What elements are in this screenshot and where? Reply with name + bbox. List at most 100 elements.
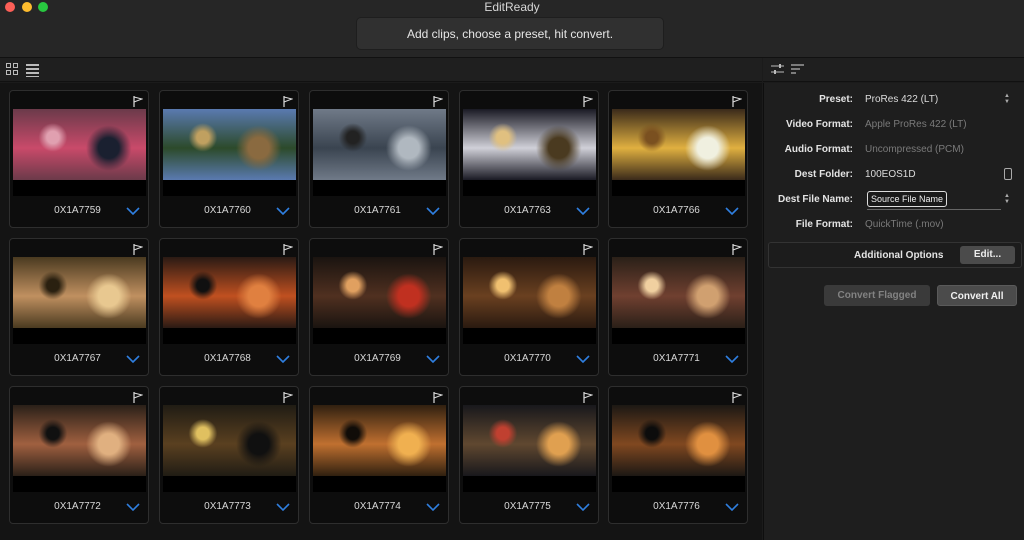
flag-icon[interactable] — [283, 96, 293, 107]
flag-icon[interactable] — [283, 392, 293, 403]
clip-thumbnail[interactable] — [163, 257, 296, 328]
thumbnail-letterbox — [463, 476, 596, 492]
clip-card[interactable]: 0X1A7768 — [159, 238, 299, 376]
clip-name: 0X1A7771 — [653, 353, 700, 364]
chevron-down-icon[interactable] — [725, 503, 739, 511]
convert-flagged-button[interactable]: Convert Flagged — [824, 285, 930, 306]
clip-card[interactable]: 0X1A7771 — [608, 238, 748, 376]
clip-card[interactable]: 0X1A7760 — [159, 90, 299, 228]
clip-card[interactable]: 0X1A7774 — [309, 386, 449, 524]
chevron-down-icon[interactable] — [126, 207, 140, 215]
flag-icon[interactable] — [583, 244, 593, 255]
chevron-down-icon[interactable] — [725, 207, 739, 215]
clip-name: 0X1A7772 — [54, 501, 101, 512]
chevron-down-icon[interactable] — [276, 503, 290, 511]
sliders-icon[interactable] — [771, 63, 784, 76]
flag-icon[interactable] — [133, 392, 143, 403]
dest-file-name-label: Dest File Name: — [777, 194, 853, 205]
flag-icon[interactable] — [433, 392, 443, 403]
preset-stepper-icon[interactable]: ▲ ▼ — [1003, 93, 1011, 105]
clip-card[interactable]: 0X1A7775 — [459, 386, 599, 524]
device-icon[interactable] — [1004, 168, 1012, 180]
chevron-down-icon[interactable] — [576, 355, 590, 363]
clip-name: 0X1A7767 — [54, 353, 101, 364]
edit-options-button[interactable]: Edit... — [960, 246, 1015, 264]
flag-icon[interactable] — [732, 392, 742, 403]
clip-card[interactable]: 0X1A7770 — [459, 238, 599, 376]
video-format-label: Video Format: — [785, 119, 853, 130]
clip-thumbnail[interactable] — [313, 109, 446, 180]
clip-thumbnail[interactable] — [313, 257, 446, 328]
token-field-underline — [867, 209, 1001, 210]
clip-card[interactable]: 0X1A7766 — [608, 90, 748, 228]
window-title: EditReady — [484, 0, 540, 14]
flag-icon[interactable] — [433, 96, 443, 107]
flag-icon[interactable] — [133, 244, 143, 255]
clip-card[interactable]: 0X1A7772 — [9, 386, 149, 524]
clip-card[interactable]: 0X1A7767 — [9, 238, 149, 376]
sort-icon[interactable] — [791, 63, 804, 76]
chevron-down-icon[interactable] — [426, 207, 440, 215]
clip-thumbnail[interactable] — [163, 109, 296, 180]
chevron-down-icon[interactable] — [126, 355, 140, 363]
flag-icon[interactable] — [433, 244, 443, 255]
thumbnail-letterbox — [463, 180, 596, 196]
clip-card[interactable]: 0X1A7759 — [9, 90, 149, 228]
clip-thumbnail[interactable] — [163, 405, 296, 476]
clip-thumbnail[interactable] — [612, 257, 745, 328]
dest-file-name-field[interactable]: Source File Name — [867, 191, 947, 207]
audio-format-row: Audio Format: Uncompressed (PCM) — [764, 142, 1024, 158]
chevron-down-icon[interactable] — [126, 503, 140, 511]
thumbnail-letterbox — [13, 476, 146, 492]
list-view-icon[interactable] — [26, 63, 40, 77]
flag-icon[interactable] — [732, 96, 742, 107]
clip-name: 0X1A7768 — [204, 353, 251, 364]
dest-file-name-stepper-icon[interactable]: ▲ ▼ — [1003, 193, 1011, 205]
file-format-label: File Format: — [795, 219, 853, 230]
clip-thumbnail[interactable] — [13, 257, 146, 328]
chevron-down-icon[interactable] — [426, 503, 440, 511]
thumbnail-letterbox — [612, 180, 745, 196]
thumbnail-letterbox — [313, 476, 446, 492]
clip-thumbnail[interactable] — [463, 109, 596, 180]
clip-name: 0X1A7769 — [354, 353, 401, 364]
chevron-down-icon[interactable] — [276, 355, 290, 363]
grid-view-icon[interactable] — [6, 63, 20, 77]
chevron-down-icon[interactable] — [725, 355, 739, 363]
clip-thumbnail[interactable] — [13, 109, 146, 180]
file-format-row: File Format: QuickTime (.mov) — [764, 217, 1024, 233]
clip-thumbnail[interactable] — [612, 405, 745, 476]
clip-thumbnail[interactable] — [463, 257, 596, 328]
clip-thumbnail[interactable] — [313, 405, 446, 476]
clip-thumbnail[interactable] — [13, 405, 146, 476]
instruction-banner: Add clips, choose a preset, hit convert. — [356, 17, 664, 50]
clip-name: 0X1A7776 — [653, 501, 700, 512]
clip-thumbnail[interactable] — [463, 405, 596, 476]
flag-icon[interactable] — [583, 392, 593, 403]
clip-card[interactable]: 0X1A7769 — [309, 238, 449, 376]
video-format-row: Video Format: Apple ProRes 422 (LT) — [764, 117, 1024, 133]
clip-name: 0X1A7760 — [204, 205, 251, 216]
chevron-down-icon[interactable] — [576, 207, 590, 215]
clip-name: 0X1A7775 — [504, 501, 551, 512]
clip-card[interactable]: 0X1A7773 — [159, 386, 299, 524]
view-toolbar — [0, 58, 762, 82]
flag-icon[interactable] — [732, 244, 742, 255]
chevron-down-icon[interactable] — [576, 503, 590, 511]
flag-icon[interactable] — [133, 96, 143, 107]
preset-select[interactable]: ProRes 422 (LT) — [865, 94, 938, 105]
thumbnail-letterbox — [13, 180, 146, 196]
chevron-down-icon[interactable] — [276, 207, 290, 215]
clip-name: 0X1A7770 — [504, 353, 551, 364]
clip-card[interactable]: 0X1A7776 — [608, 386, 748, 524]
clip-thumbnail[interactable] — [612, 109, 745, 180]
clip-card[interactable]: 0X1A7761 — [309, 90, 449, 228]
flag-icon[interactable] — [583, 96, 593, 107]
chevron-down-icon[interactable] — [426, 355, 440, 363]
clip-card[interactable]: 0X1A7763 — [459, 90, 599, 228]
file-format-value: QuickTime (.mov) — [865, 219, 944, 230]
thumbnail-letterbox — [463, 328, 596, 344]
convert-all-button[interactable]: Convert All — [937, 285, 1017, 306]
flag-icon[interactable] — [283, 244, 293, 255]
clip-name: 0X1A7774 — [354, 501, 401, 512]
